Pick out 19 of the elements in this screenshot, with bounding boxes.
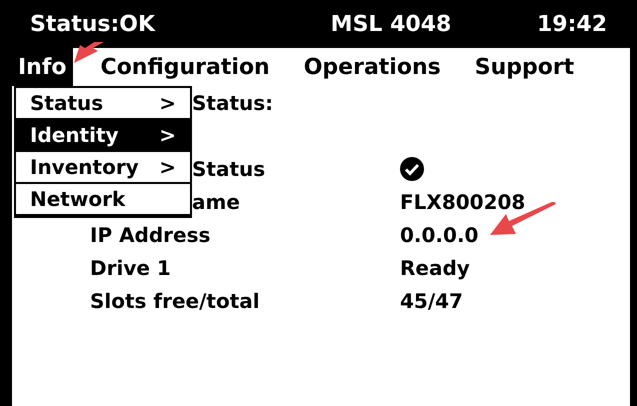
field-value: 45/47 bbox=[400, 288, 463, 314]
field-value: 0.0.0.0 bbox=[400, 222, 478, 248]
field-value: Ready bbox=[400, 254, 470, 282]
field-label: Slots free/total bbox=[90, 288, 260, 312]
clock-text: 19:42 bbox=[536, 10, 607, 38]
status-text: Status:OK bbox=[30, 10, 156, 38]
field-label: ame bbox=[192, 190, 240, 214]
menu-item[interactable]: Identity > bbox=[16, 120, 190, 152]
field-value: FLX800208 bbox=[400, 188, 526, 216]
menu-tab[interactable]: Configuration bbox=[94, 48, 276, 86]
field-label: Status bbox=[192, 156, 266, 180]
menu-tab[interactable]: Support bbox=[468, 48, 580, 86]
menu-tab[interactable]: Operations bbox=[298, 48, 447, 86]
menu-tab[interactable]: Info bbox=[12, 48, 73, 86]
field-label: Status: bbox=[192, 90, 274, 114]
field-label: Drive 1 bbox=[90, 256, 171, 280]
field-label: IP Address bbox=[90, 222, 210, 246]
device-title: MSL 4048 bbox=[330, 10, 452, 38]
check-circle-icon bbox=[400, 156, 424, 180]
